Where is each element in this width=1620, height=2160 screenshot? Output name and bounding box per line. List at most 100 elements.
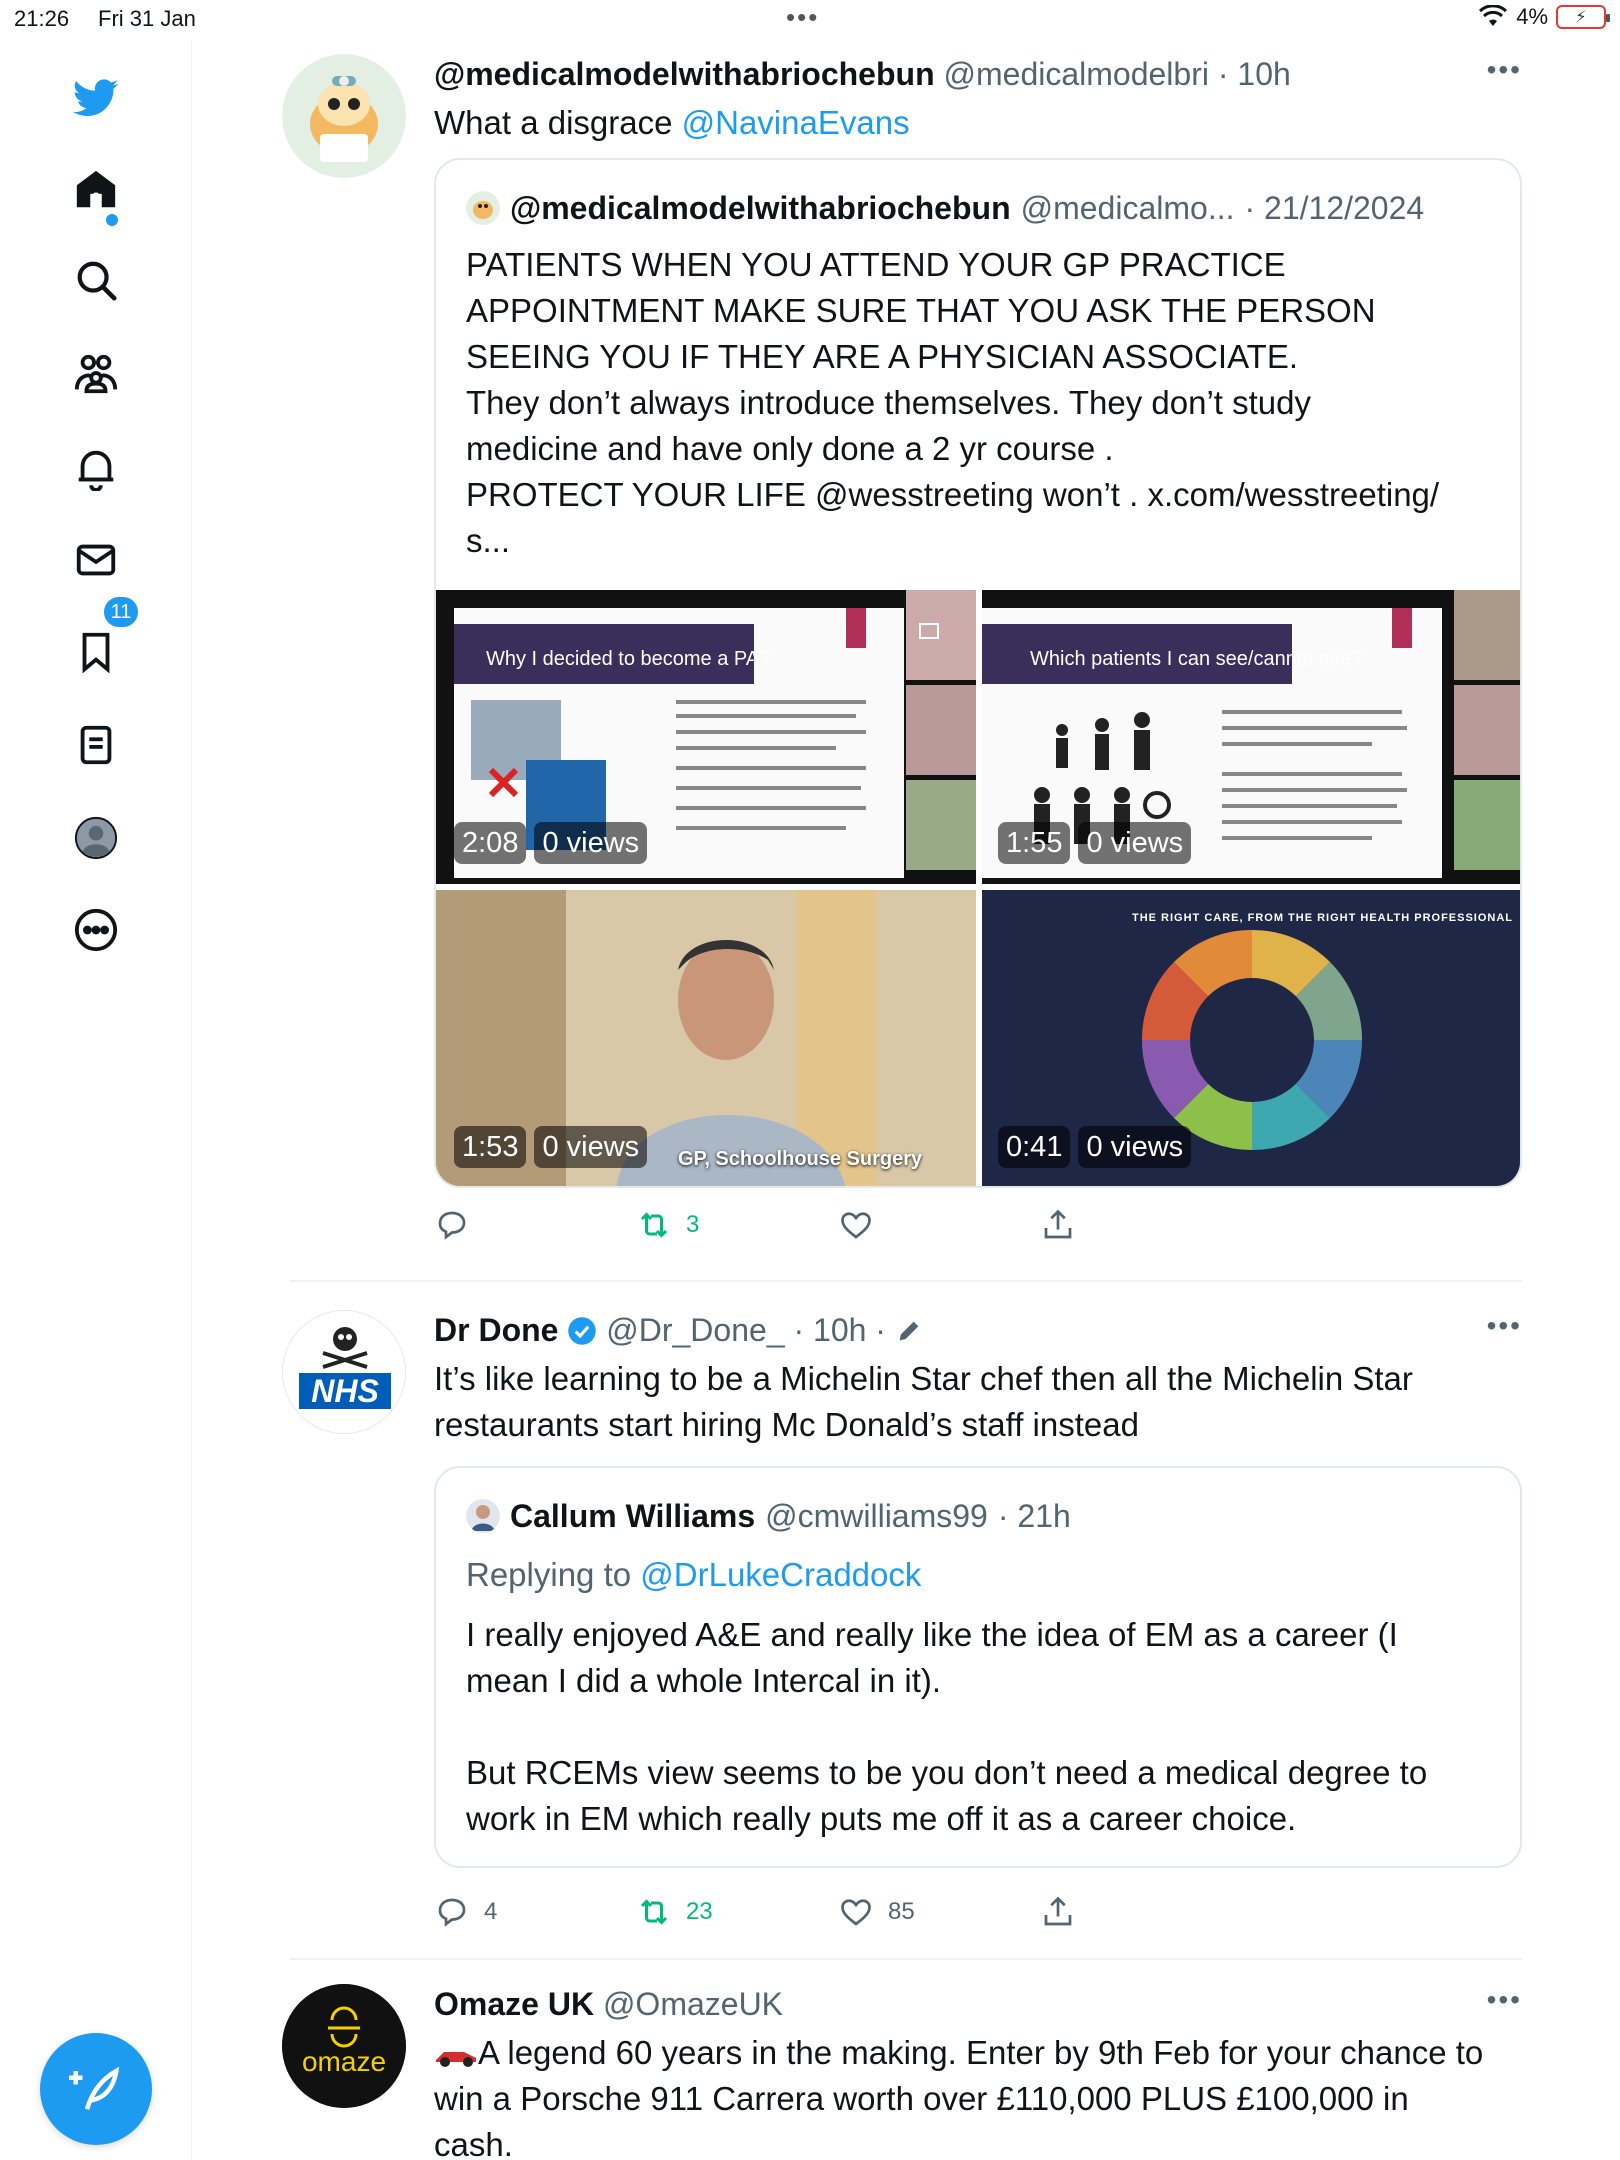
- nhs-logo-text: NHS: [311, 1373, 379, 1409]
- tweet-actions: 4 23 85: [434, 1894, 1154, 1934]
- video-badge: 0:41 0 views: [998, 1126, 1192, 1168]
- quoted-avatar: [466, 1499, 500, 1533]
- like-icon: [841, 1212, 871, 1239]
- like-count: 85: [888, 1898, 915, 1925]
- share-button[interactable]: [1040, 1207, 1076, 1243]
- quoted-timestamp: · 21h: [997, 1498, 1071, 1534]
- share-button[interactable]: [1040, 1894, 1076, 1930]
- video-duration: 1:55: [998, 822, 1071, 864]
- video-duration: 0:41: [998, 1126, 1071, 1168]
- video-thumbnail[interactable]: Why I decided to become a PA? 2:08 0 vie…: [436, 590, 976, 884]
- timestamp[interactable]: · 10h ·: [793, 1312, 885, 1348]
- display-name[interactable]: Dr Done: [434, 1312, 558, 1348]
- profile-icon[interactable]: [66, 808, 126, 868]
- video-views: 0 views: [1078, 1126, 1192, 1168]
- video-thumbnail[interactable]: GP, Schoolhouse Surgery 1:53 0 views: [436, 890, 976, 1186]
- tweet-header: Omaze UK @OmazeUK: [434, 1984, 1522, 2024]
- messages-icon[interactable]: [66, 530, 126, 590]
- quoted-display-name: Callum Williams: [510, 1498, 756, 1534]
- race-car-emoji-icon: [436, 2052, 476, 2067]
- retweet-icon: [640, 1899, 668, 1925]
- status-right: 4% ⚡: [1478, 4, 1610, 30]
- display-name[interactable]: Omaze UK: [434, 1986, 594, 2022]
- video-views: 0 views: [1078, 822, 1192, 864]
- multitasking-dots-icon[interactable]: •••: [786, 2, 819, 33]
- search-icon[interactable]: [66, 250, 126, 310]
- tweet-text: What a disgrace @NavinaEvans: [434, 104, 910, 141]
- status-bar: 21:26 Fri 31 Jan ••• 4% ⚡: [0, 0, 1620, 40]
- reply-button[interactable]: [434, 1207, 484, 1243]
- video-duration: 2:08: [454, 822, 527, 864]
- video-thumbnail[interactable]: THE RIGHT CARE, FROM THE RIGHT HEALTH PR…: [982, 890, 1520, 1186]
- tweet-actions: 3: [434, 1207, 1154, 1247]
- retweet-icon: [640, 1212, 668, 1238]
- share-icon: [1044, 1896, 1072, 1926]
- omaze-logo-text: omaze: [301, 2046, 387, 2077]
- display-name[interactable]: @medicalmodelwithabriochebun: [434, 56, 935, 92]
- reply-button[interactable]: 4: [434, 1894, 497, 1930]
- handle[interactable]: @medicalmodelbri: [944, 56, 1209, 92]
- quoted-handle: @medicalmo...: [1020, 190, 1235, 226]
- tweet-header: Dr Done @Dr_Done_ · 10h ·: [434, 1310, 1522, 1350]
- retweet-count: 23: [686, 1898, 713, 1925]
- like-button[interactable]: [838, 1207, 888, 1243]
- handle[interactable]: @OmazeUK: [603, 1986, 783, 2022]
- ring-label: THE RIGHT CARE, FROM THE RIGHT HEALTH PR…: [1132, 912, 1514, 924]
- handle[interactable]: @Dr_Done_: [606, 1312, 784, 1348]
- quoted-tweet-header: Callum Williams @cmwilliams99 · 21h: [466, 1496, 1071, 1536]
- more-options-icon[interactable]: •••: [1487, 54, 1522, 86]
- edited-pencil-icon[interactable]: [895, 1317, 923, 1345]
- share-icon: [1044, 1209, 1072, 1239]
- like-button[interactable]: 85: [838, 1894, 915, 1930]
- status-time: 21:26: [14, 6, 70, 31]
- reply-count: 4: [484, 1898, 498, 1925]
- reply-icon: [438, 1898, 466, 1927]
- video-badge: 2:08 0 views: [454, 822, 648, 864]
- tweet-text: It’s like learning to be a Michelin Star…: [434, 1360, 1413, 1443]
- video-badge: 1:53 0 views: [454, 1126, 648, 1168]
- lists-icon[interactable]: [66, 715, 126, 775]
- avatar[interactable]: NHS: [282, 1310, 406, 1434]
- battery-percent: 4%: [1516, 4, 1548, 29]
- wifi-icon: [1479, 5, 1508, 26]
- notifications-icon[interactable]: [66, 438, 126, 498]
- video-thumbnail[interactable]: Which patients I can see/cannot see? 1:5…: [982, 590, 1520, 884]
- more-options-icon[interactable]: •••: [1487, 1310, 1522, 1342]
- tweet-header: @medicalmodelwithabriochebun @medicalmod…: [434, 54, 1522, 94]
- more-icon[interactable]: [66, 900, 126, 960]
- quoted-tweet-text: I really enjoyed A&E and really like the…: [466, 1616, 1428, 1837]
- retweet-button[interactable]: 23: [636, 1894, 713, 1930]
- twitter-bird-icon[interactable]: [66, 68, 126, 128]
- bookmarks-icon[interactable]: [66, 622, 126, 682]
- replying-to-link[interactable]: @DrLukeCraddock: [640, 1556, 921, 1593]
- replying-to: Replying to @DrLukeCraddock: [466, 1556, 922, 1593]
- video-views: 0 views: [534, 1126, 648, 1168]
- avatar[interactable]: [282, 54, 406, 178]
- avatar[interactable]: omaze: [282, 1984, 406, 2108]
- quoted-tweet[interactable]: Callum Williams @cmwilliams99 · 21h Repl…: [434, 1466, 1522, 1868]
- retweet-button[interactable]: 3: [636, 1207, 699, 1243]
- compose-icon: [69, 2066, 120, 2110]
- home-unread-dot: [106, 214, 118, 226]
- mention-link[interactable]: @NavinaEvans: [682, 104, 910, 141]
- video-badge: 1:55 0 views: [998, 822, 1192, 864]
- compose-button[interactable]: [40, 2033, 152, 2145]
- quoted-avatar: [466, 191, 500, 225]
- tweet-divider: [290, 1958, 1522, 1960]
- home-icon[interactable]: [66, 160, 126, 220]
- quoted-display-name: @medicalmodelwithabriochebun: [510, 190, 1011, 226]
- more-options-icon[interactable]: •••: [1487, 1984, 1522, 2016]
- communities-icon[interactable]: [66, 344, 126, 404]
- battery-icon: ⚡: [1556, 5, 1610, 29]
- sidebar: 11: [0, 40, 192, 2160]
- slide-title: Which patients I can see/cannot see?: [1030, 648, 1363, 670]
- quoted-tweet[interactable]: @medicalmodelwithabriochebun @medicalmo.…: [434, 158, 1522, 1188]
- verified-badge-icon: [568, 1317, 597, 1345]
- tweet-divider: [290, 1280, 1522, 1282]
- retweet-count: 3: [686, 1211, 700, 1238]
- quoted-timestamp: · 21/12/2024: [1244, 190, 1425, 226]
- video-duration: 1:53: [454, 1126, 527, 1168]
- quoted-handle: @cmwilliams99: [765, 1498, 988, 1534]
- timestamp[interactable]: · 10h: [1218, 56, 1291, 92]
- like-icon: [841, 1899, 871, 1926]
